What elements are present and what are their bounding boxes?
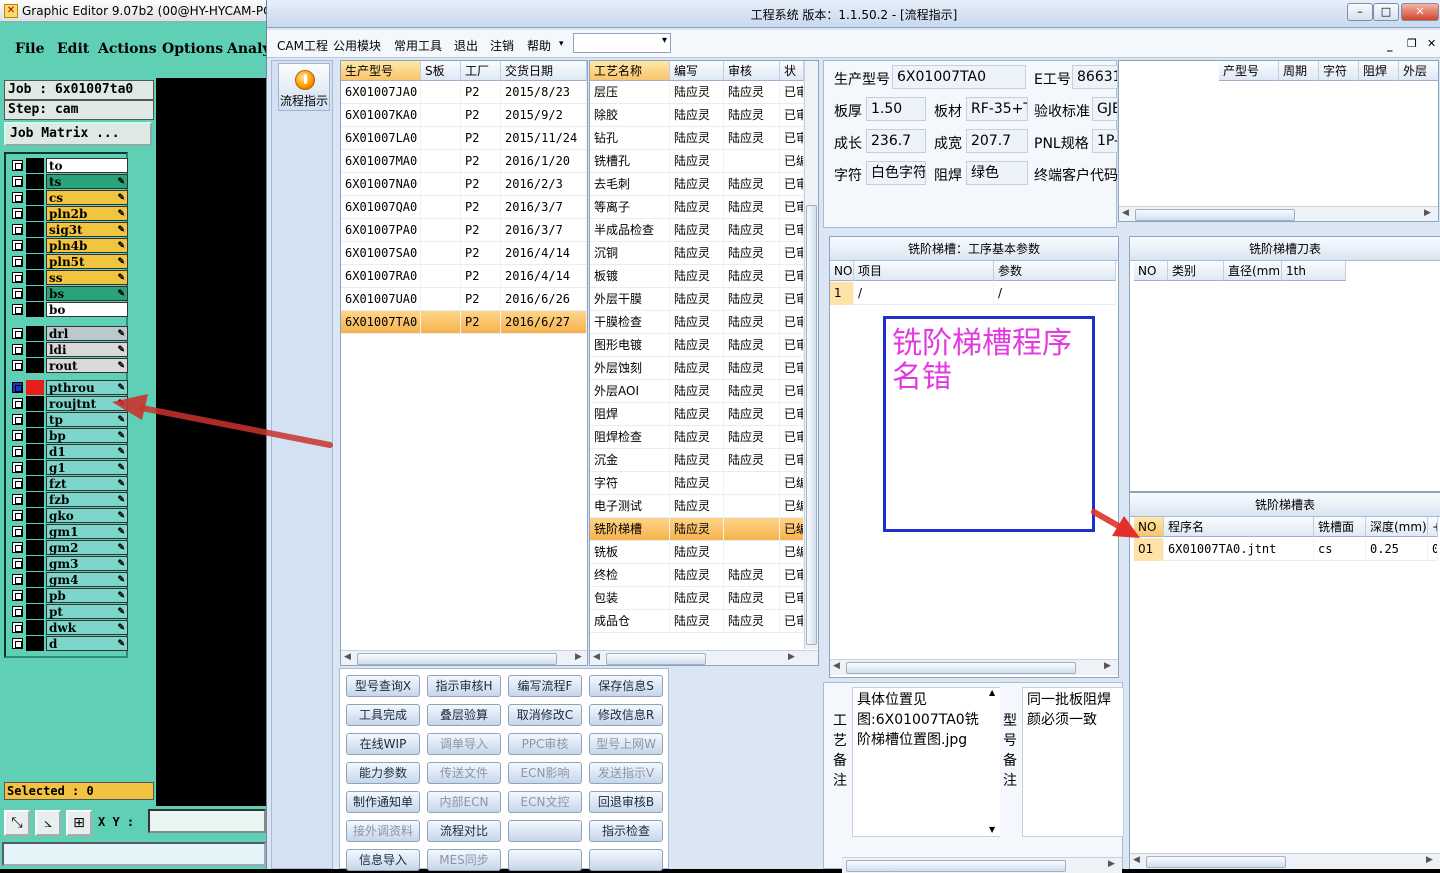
arrow-to-layer-icon — [112, 394, 333, 448]
arrow-to-slot-row-icon — [1091, 509, 1140, 538]
annotation-arrows — [112, 394, 1140, 538]
